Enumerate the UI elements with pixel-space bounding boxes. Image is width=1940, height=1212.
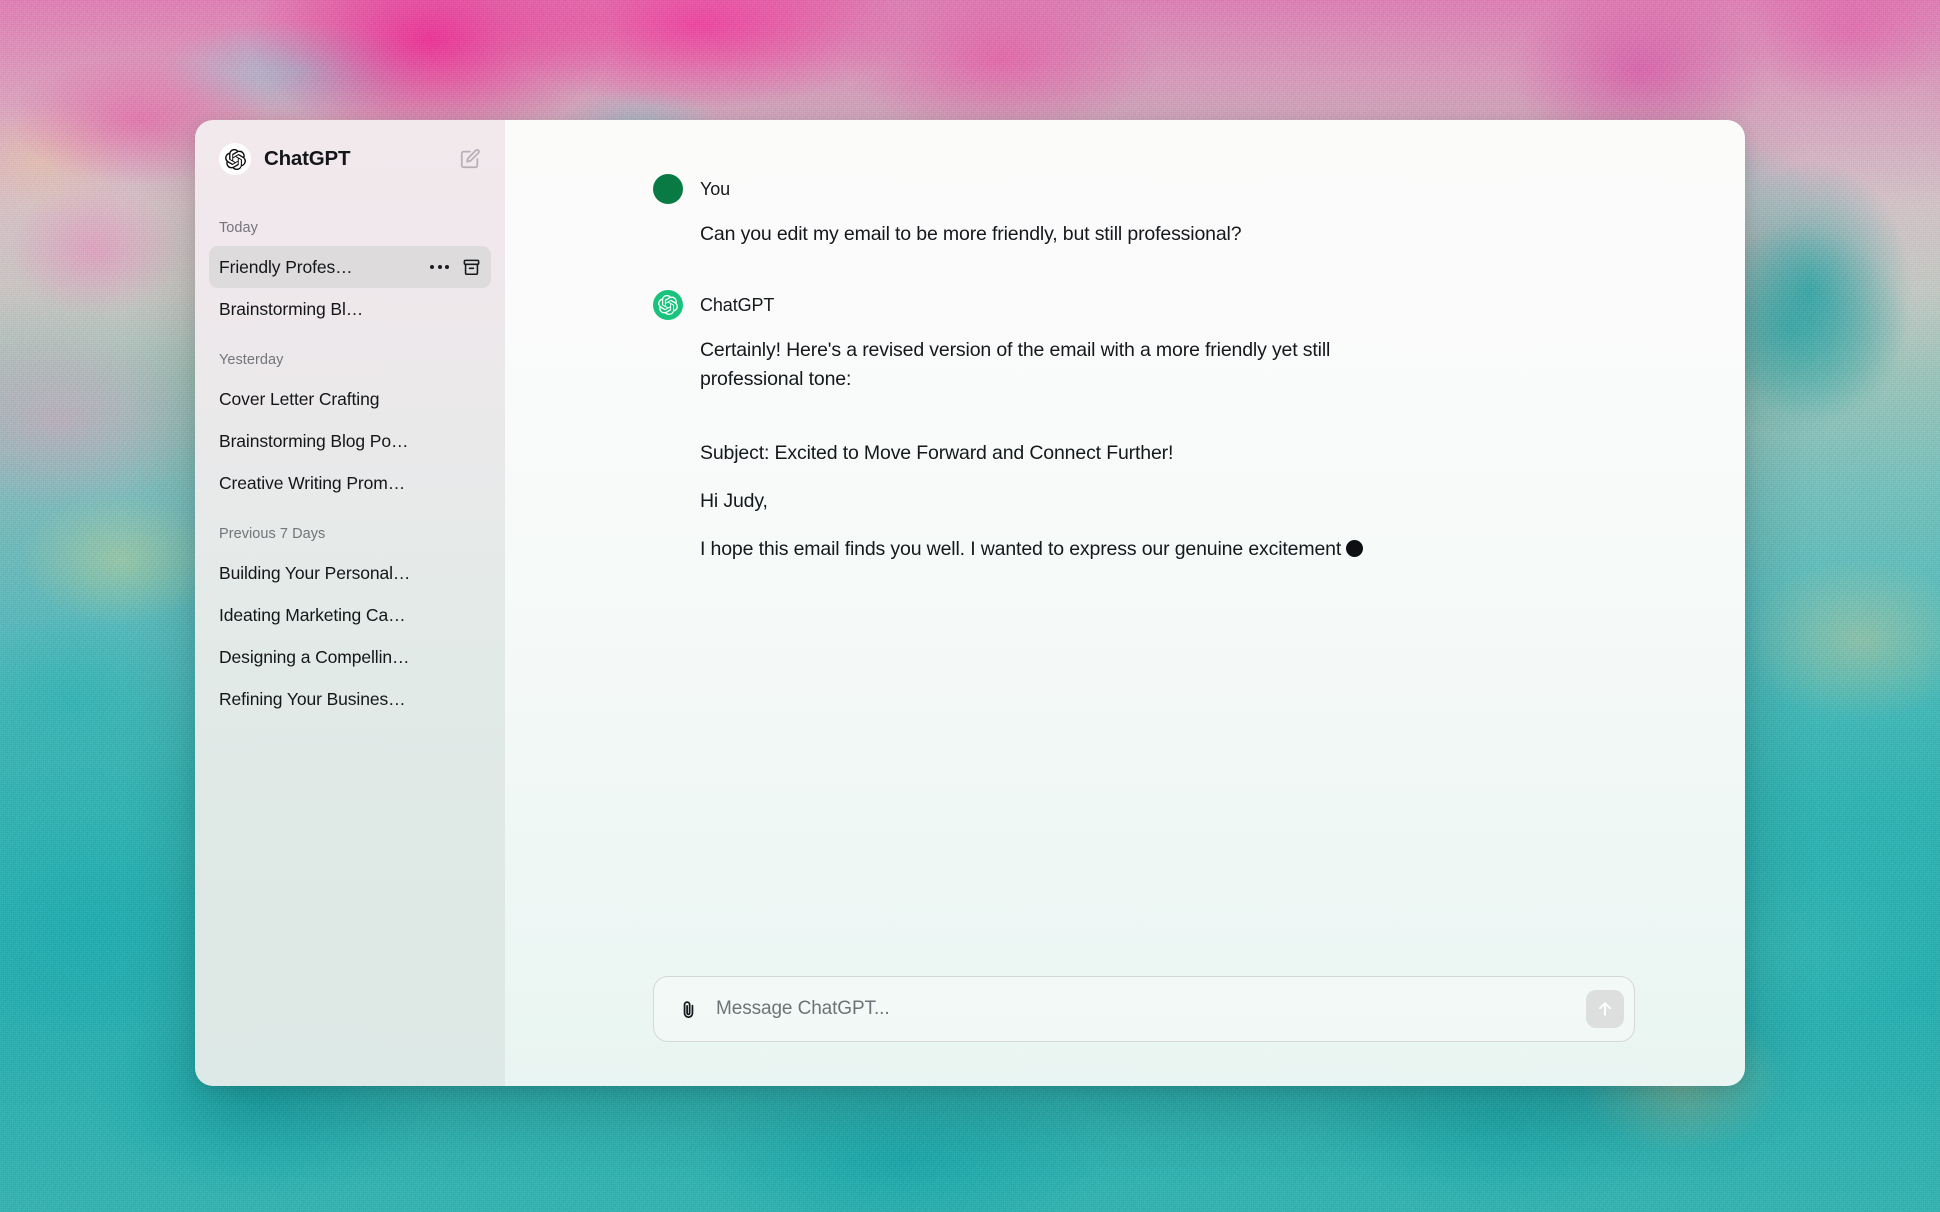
typing-cursor-icon [1346,540,1363,557]
message-paragraph: Certainly! Here's a revised version of t… [700,336,1413,393]
message-thread: You Can you edit my email to be more fri… [505,120,1745,976]
user-avatar-green-circle [653,174,683,204]
sidebar-section-today: Today Friendly Profes… [195,220,505,330]
message-body: Can you edit my email to be more friendl… [653,220,1413,248]
sidebar-section-yesterday: Yesterday Cover Letter Crafting Brainsto… [195,352,505,504]
message-input[interactable] [716,998,1570,1020]
composer-area [505,976,1745,1086]
paperclip-icon[interactable] [676,997,700,1021]
section-label-yesterday: Yesterday [195,352,505,368]
sidebar-header: ChatGPT [195,120,505,198]
message-paragraph: Can you edit my email to be more friendl… [700,220,1413,248]
ellipsis-icon[interactable] [430,265,449,269]
sidebar-item-designing-a-compelling[interactable]: Designing a Compellin… [209,636,491,678]
message-paragraph-greeting: Hi Judy, [700,487,1413,515]
conversation-actions [426,258,481,277]
message-paragraph-subject: Subject: Excited to Move Forward and Con… [700,439,1413,467]
sidebar-item-building-your-personal[interactable]: Building Your Personal… [209,552,491,594]
sidebar-item-refining-your-business[interactable]: Refining Your Busines… [209,678,491,720]
sidebar-section-previous-7-days: Previous 7 Days Building Your Personal… … [195,526,505,720]
message-header: ChatGPT [653,290,1635,320]
archive-box-icon[interactable] [462,258,481,277]
message-author: ChatGPT [700,295,774,316]
conversation-title: Creative Writing Prom… [219,473,481,494]
sidebar: ChatGPT Today Friendly Profes… [195,120,505,1086]
message-body: Certainly! Here's a revised version of t… [653,336,1413,563]
openai-logo-icon [219,143,251,175]
openai-logo-icon [653,290,683,320]
sidebar-item-ideating-marketing-campaign[interactable]: Ideating Marketing Ca… [209,594,491,636]
composer[interactable] [653,976,1635,1042]
conversation-list-yesterday: Cover Letter Crafting Brainstorming Blog… [195,378,505,504]
conversation-list-previous-7-days: Building Your Personal… Ideating Marketi… [195,552,505,720]
conversation-title: Brainstorming Bl… [219,299,481,320]
conversation-sections: Today Friendly Profes… [195,220,505,720]
message-assistant: ChatGPT Certainly! Here's a revised vers… [505,290,1745,563]
compose-new-chat-icon[interactable] [457,146,483,172]
message-author: You [700,179,730,200]
sidebar-item-friendly-professional[interactable]: Friendly Profes… [209,246,491,288]
conversation-title: Cover Letter Crafting [219,389,481,410]
message-header: You [653,174,1635,204]
conversation-title: Friendly Profes… [219,257,420,278]
brand: ChatGPT [219,143,457,175]
sidebar-item-cover-letter-crafting[interactable]: Cover Letter Crafting [209,378,491,420]
send-button[interactable] [1586,990,1624,1028]
sidebar-item-brainstorming-bl[interactable]: Brainstorming Bl… [209,288,491,330]
section-label-previous-7-days: Previous 7 Days [195,526,505,542]
brand-label: ChatGPT [264,147,350,171]
conversation-title: Designing a Compellin… [219,647,481,668]
conversation-title: Building Your Personal… [219,563,481,584]
sidebar-item-brainstorming-blog-post[interactable]: Brainstorming Blog Po… [209,420,491,462]
desktop-background: ChatGPT Today Friendly Profes… [0,0,1940,1212]
message-user: You Can you edit my email to be more fri… [505,174,1745,248]
conversation-title: Brainstorming Blog Po… [219,431,481,452]
conversation-list-today: Friendly Profes… [195,246,505,330]
section-label-today: Today [195,220,505,236]
conversation-title: Refining Your Busines… [219,689,481,710]
streaming-text: I hope this email finds you well. I want… [700,538,1341,560]
message-paragraph-streaming: I hope this email finds you well. I want… [700,535,1413,563]
sidebar-item-creative-writing-prompts[interactable]: Creative Writing Prom… [209,462,491,504]
chatgpt-app-window: ChatGPT Today Friendly Profes… [195,120,1745,1086]
main-panel: You Can you edit my email to be more fri… [505,120,1745,1086]
conversation-title: Ideating Marketing Ca… [219,605,481,626]
